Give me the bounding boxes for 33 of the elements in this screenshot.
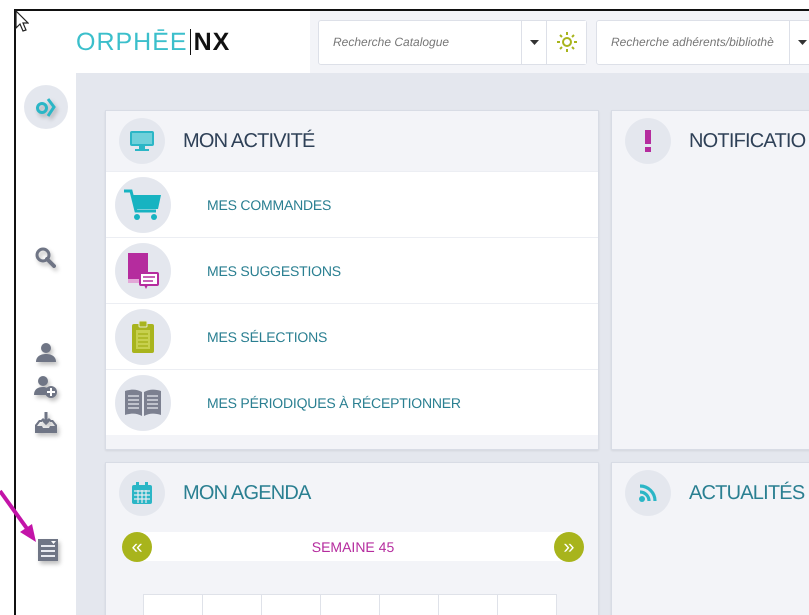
book-icon — [126, 250, 160, 290]
panel-title: ACTUALITÉS — [689, 482, 804, 504]
exclamation-icon — [643, 129, 653, 153]
calendar-icon — [131, 481, 153, 505]
open-book-icon — [124, 388, 162, 418]
arrow-drawing — [0, 490, 36, 542]
panel-title: NOTIFICATIO — [689, 130, 806, 152]
activity-link[interactable]: MES SUGGESTIONS — [207, 262, 341, 278]
activity-link[interactable]: MES PÉRIODIQUES À RÉCEPTIONNER — [207, 394, 461, 410]
logo-button[interactable] — [24, 85, 68, 129]
panel-title: MON ACTIVITÉ — [183, 130, 315, 152]
download-icon[interactable] — [34, 412, 58, 434]
clipboard-icon — [130, 320, 156, 354]
week-label: SEMAINE 45 — [312, 538, 394, 554]
activity-link[interactable]: MES COMMANDES — [207, 196, 332, 212]
logo-icon — [35, 96, 57, 118]
search-box[interactable]: Recherche Catalogue — [318, 20, 587, 64]
search-icon[interactable] — [35, 247, 57, 269]
list-icon[interactable] — [37, 538, 59, 562]
rss-icon — [638, 483, 658, 503]
add-user-icon[interactable] — [34, 375, 58, 399]
cart-icon — [124, 188, 162, 222]
logo-suffix: NX — [190, 29, 230, 55]
caret-icon — [530, 40, 538, 44]
monitor-icon — [129, 129, 155, 153]
user-icon[interactable] — [35, 341, 57, 363]
search-field[interactable]: Recherche Catalogue — [319, 20, 521, 64]
sun-icon — [556, 32, 576, 52]
caret-icon — [798, 40, 806, 44]
panel-title: MON AGENDA — [183, 482, 311, 504]
logo-text: ORPHĒE — [76, 28, 188, 56]
dropdown-button[interactable] — [789, 20, 809, 64]
activity-link[interactable]: MES SÉLECTIONS — [207, 328, 328, 344]
